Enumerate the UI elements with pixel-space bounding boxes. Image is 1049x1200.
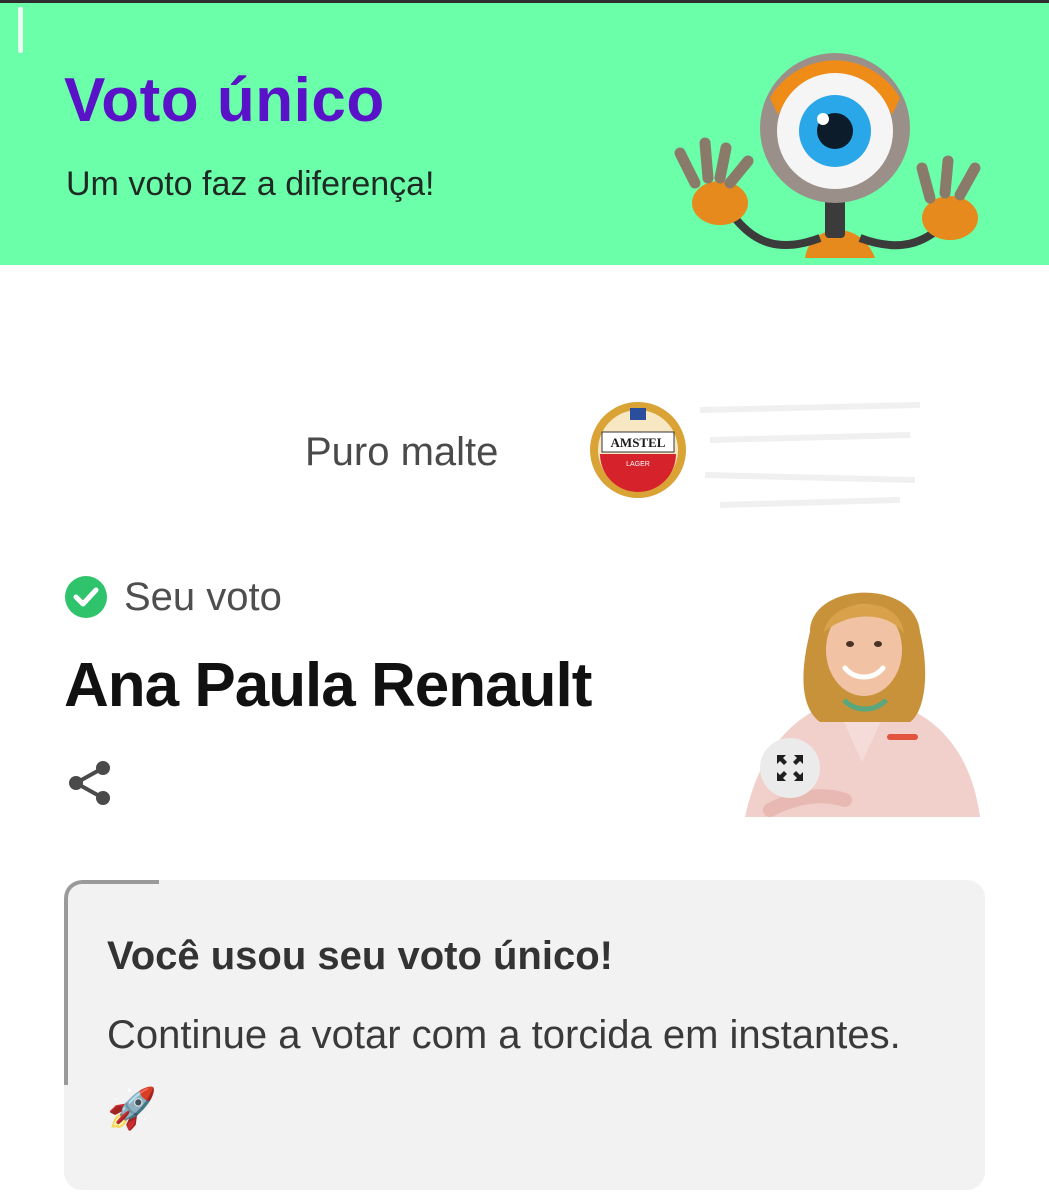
sponsor-faded-graphic: [699, 402, 921, 508]
page-title: Voto único: [64, 66, 385, 135]
expand-icon: [777, 755, 803, 781]
share-icon[interactable]: [66, 758, 116, 808]
notice-body: Continue a votar com a torcida em instan…: [107, 998, 927, 1146]
sponsor-text: Puro malte: [305, 430, 499, 474]
sponsor-banner: Puro malte AMSTEL LAGER: [0, 380, 1049, 520]
page-subtitle: Um voto faz a diferença!: [66, 165, 435, 203]
big-brother-eye-mascot-icon: [674, 53, 981, 258]
header-banner: Voto único Um voto faz a diferença!: [0, 3, 1049, 265]
expand-photo-button[interactable]: [760, 738, 820, 798]
rocket-icon: 🚀: [107, 1087, 157, 1131]
check-circle-icon: [65, 576, 107, 618]
vote-used-notice: Você usou seu voto único! Continue a vot…: [64, 880, 985, 1190]
vote-status: Seu voto: [64, 574, 282, 620]
amstel-logo-icon: AMSTEL LAGER: [590, 402, 686, 498]
notice-body-text: Continue a votar com a torcida em instan…: [107, 1013, 901, 1057]
svg-text:AMSTEL: AMSTEL: [611, 435, 666, 450]
vote-status-label: Seu voto: [124, 574, 282, 619]
notice-title: Você usou seu voto único!: [107, 934, 613, 978]
candidate-name: Ana Paula Renault: [64, 651, 592, 720]
header-tick: [18, 7, 23, 53]
svg-text:LAGER: LAGER: [626, 461, 650, 468]
